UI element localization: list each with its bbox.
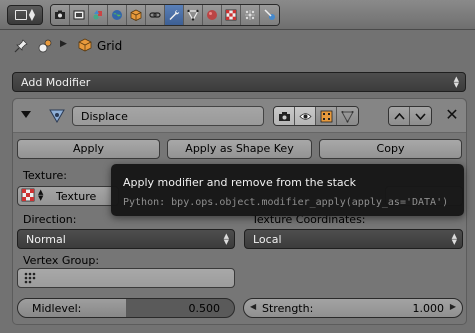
editmode-icon (320, 110, 332, 122)
strength-label: Strength: (262, 302, 314, 315)
tab-data[interactable] (184, 5, 203, 25)
material-sphere-icon (207, 10, 217, 20)
context-tabs (50, 4, 280, 26)
vertex-group-label: Vertex Group: (23, 254, 100, 267)
properties-editor-icon (14, 10, 27, 20)
wrench-icon (169, 10, 180, 20)
particles-icon (245, 10, 255, 20)
object-data-icon (38, 39, 52, 53)
scene-icon (93, 10, 102, 20)
on-cage-icon (341, 110, 354, 123)
midlevel-slider[interactable]: Midlevel: 0.500 (17, 298, 235, 318)
increment-arrow-icon[interactable]: ▶ (450, 302, 456, 311)
chevron-down-icon (415, 112, 426, 120)
tab-texture[interactable] (222, 5, 241, 25)
tab-constraints[interactable] (146, 5, 165, 25)
cage-toggle[interactable] (337, 107, 358, 125)
modifier-visibility-toggles (273, 106, 359, 126)
chevron-updown-icon: ▲ ▼ (223, 232, 229, 246)
tab-modifiers[interactable] (165, 5, 184, 25)
tab-physics[interactable] (260, 5, 279, 25)
tooltip-python: Python: bpy.ops.object.modifier_apply(ap… (123, 197, 449, 208)
editor-type-selector[interactable]: ▲ ▼ (7, 5, 43, 25)
chevron-updown-icon: ▲ ▼ (28, 7, 36, 22)
modifier-move-buttons (388, 106, 432, 126)
strength-value: 1.000 (412, 302, 445, 315)
move-down-button[interactable] (410, 107, 431, 125)
apply-as-shape-key-button[interactable]: Apply as Shape Key (167, 139, 312, 159)
displace-modifier-icon (49, 109, 65, 123)
tab-particles[interactable] (241, 5, 260, 25)
world-icon (112, 10, 122, 20)
collapse-arrow-icon[interactable] (21, 111, 31, 118)
texture-coordinates-dropdown[interactable]: Local ▲ ▼ (244, 229, 463, 249)
strength-field[interactable]: ◀ Strength: 1.000 ▶ (243, 298, 463, 318)
breadcrumb-separator-icon: ▶ (60, 39, 67, 49)
viewport-toggle[interactable] (295, 107, 316, 125)
tab-render[interactable] (51, 5, 70, 25)
pin-icon[interactable] (14, 39, 28, 53)
object-cube-icon (78, 38, 92, 52)
direction-dropdown[interactable]: Normal ▲ ▼ (17, 229, 235, 249)
texture-checker-icon (225, 9, 237, 21)
copy-button[interactable]: Copy (319, 139, 462, 159)
camera-icon (278, 111, 290, 121)
texture-label: Texture: (23, 169, 67, 182)
chevron-updown-icon: ▲ ▼ (38, 188, 44, 202)
tab-world[interactable] (108, 5, 127, 25)
editmode-toggle[interactable] (316, 107, 337, 125)
tooltip-title: Apply modifier and remove from the stack (123, 176, 357, 189)
direction-value: Normal (26, 233, 66, 246)
vertex-group-icon (24, 272, 36, 284)
mesh-data-icon (187, 9, 199, 21)
texture-name: Texture (56, 190, 97, 203)
render-layers-icon (73, 10, 85, 20)
constraint-link-icon (149, 12, 161, 18)
direction-label: Direction: (23, 213, 77, 226)
tab-material[interactable] (203, 5, 222, 25)
tab-render-layers[interactable] (70, 5, 89, 25)
object-cube-icon (130, 9, 142, 21)
move-up-button[interactable] (389, 107, 410, 125)
midlevel-value: 0.500 (188, 302, 221, 315)
chevron-updown-icon: ▲ ▼ (451, 232, 457, 246)
texture-coordinates-value: Local (253, 233, 282, 246)
tab-object[interactable] (127, 5, 146, 25)
midlevel-label: Midlevel: (32, 302, 82, 315)
physics-icon (263, 9, 275, 20)
texture-checker-icon (21, 188, 35, 202)
camera-icon (55, 10, 65, 19)
tooltip (111, 164, 464, 216)
vertex-group-field[interactable] (17, 268, 235, 288)
decrement-arrow-icon[interactable]: ◀ (250, 302, 256, 311)
close-icon[interactable]: ✕ (443, 106, 461, 124)
add-modifier-dropdown[interactable]: Add Modifier ▲ ▼ (12, 72, 466, 92)
add-modifier-label: Add Modifier (21, 76, 91, 89)
chevron-up-icon (393, 112, 405, 120)
eye-icon (298, 112, 312, 120)
modifier-name-field[interactable]: Displace (72, 106, 264, 126)
render-toggle[interactable] (274, 107, 295, 125)
chevron-updown-icon: ▲ ▼ (453, 75, 459, 89)
apply-button[interactable]: Apply (17, 139, 160, 159)
breadcrumb-object-name: Grid (97, 39, 123, 53)
tab-scene[interactable] (89, 5, 108, 25)
